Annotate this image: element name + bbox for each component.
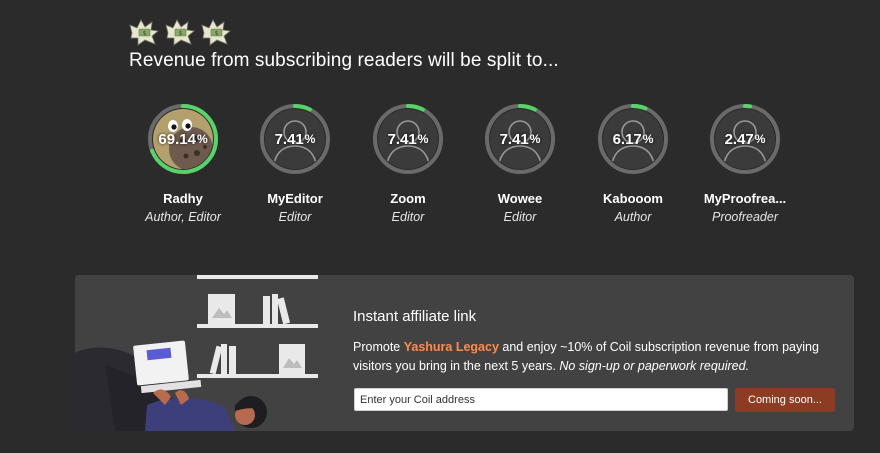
share-percent: 7.41%: [499, 130, 541, 148]
share-ring: 7.41%: [371, 102, 445, 176]
affiliate-description: Promote Yashura Legacy and enjoy ~10% of…: [353, 338, 823, 376]
share-ring: 7.41%: [258, 102, 332, 176]
contributor-card[interactable]: 7.41% MyEditor Editor: [235, 102, 355, 224]
share-percent: 7.41%: [274, 130, 316, 148]
contributor-name: Kabooom: [603, 191, 663, 206]
contributor-name: MyProofrea...: [703, 191, 787, 206]
share-ring: 6.17%: [596, 102, 670, 176]
contributor-role: Editor: [503, 210, 537, 224]
contributor-name: Radhy: [163, 191, 203, 206]
affiliate-title: Instant affiliate link: [353, 308, 477, 325]
contributor-name: MyEditor: [267, 191, 323, 206]
contributor-card[interactable]: 6.17% Kabooom Author: [573, 102, 693, 224]
contributor-role: Author, Editor: [145, 210, 221, 224]
contributor-name: Wowee: [497, 191, 543, 206]
share-ring: 69.14%: [146, 102, 220, 176]
coming-soon-button[interactable]: Coming soon...: [735, 388, 835, 412]
contributor-card[interactable]: 2.47% MyProofrea... Proofreader: [685, 102, 805, 224]
contributor-card[interactable]: 69.14% Radhy Author, Editor: [123, 102, 243, 224]
affiliate-panel: Instant affiliate link Promote Yashura L…: [75, 275, 854, 431]
contributor-role: Editor: [278, 210, 312, 224]
contributor-list: 69.14% Radhy Author, Editor 7.41% MyEditor Ed…: [0, 0, 880, 240]
share-percent: 7.41%: [387, 130, 429, 148]
contributor-role: Author: [614, 210, 652, 224]
brand-name-link[interactable]: Yashura Legacy: [404, 340, 499, 354]
contributor-role: Proofreader: [711, 210, 778, 224]
coil-address-input[interactable]: [354, 388, 728, 411]
share-percent: 69.14%: [158, 130, 208, 148]
share-percent: 2.47%: [724, 130, 766, 148]
contributor-card[interactable]: 7.41% Wowee Editor: [460, 102, 580, 224]
affiliate-text-before: Promote: [353, 340, 404, 354]
affiliate-note: No sign-up or paperwork required.: [559, 359, 750, 373]
share-ring: 7.41%: [483, 102, 557, 176]
contributor-name: Zoom: [390, 191, 426, 206]
share-ring: 2.47%: [708, 102, 782, 176]
contributor-role: Editor: [391, 210, 425, 224]
contributor-card[interactable]: 7.41% Zoom Editor: [348, 102, 468, 224]
reading-person-illustration: [75, 275, 318, 431]
share-percent: 6.17%: [612, 130, 654, 148]
